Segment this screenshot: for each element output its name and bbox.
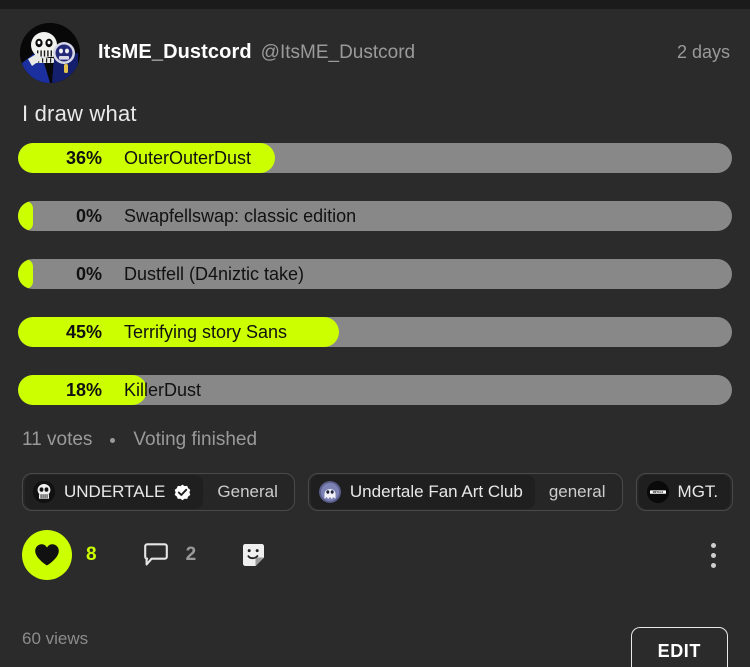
poll-option-row[interactable]: 18% KillerDust <box>18 375 732 405</box>
view-count: 60 views <box>22 629 89 648</box>
ghost-server-icon <box>318 481 341 503</box>
like-button[interactable] <box>22 530 72 580</box>
poll-option-percent: 18% <box>65 379 102 400</box>
chip-server-name: UNDERTALE <box>64 482 166 501</box>
poll-post-card: ItsME_Dustcord @ItsME_Dustcord 2 days I … <box>0 0 750 667</box>
edit-button[interactable]: EDIT <box>630 626 728 667</box>
poll-vote-count: 11 votes <box>22 429 93 450</box>
more-vertical-icon-dot <box>710 552 716 558</box>
poll-option-labels: 36% OuterOuterDust <box>18 143 732 173</box>
poll-option-row[interactable]: 45% Terrifying story Sans <box>18 317 732 347</box>
like-count: 8 <box>86 544 97 565</box>
server-chip-undertale[interactable]: UNDERTALE General <box>22 473 295 511</box>
top-strip <box>0 0 750 9</box>
poll-option-labels: 0% Dustfell (D4niztic take) <box>18 259 732 289</box>
poll-options-list: 36% OuterOuterDust 0% Swapfellswap: clas… <box>0 143 750 405</box>
more-vertical-icon-dot <box>710 562 716 568</box>
post-timestamp: 2 days <box>676 42 730 62</box>
server-chips-row: UNDERTALE General Undertale Fan Art Club… <box>0 451 750 513</box>
chip-channel-name: general <box>548 482 606 501</box>
server-chip-mgt[interactable]: METALS MGT. <box>635 473 734 511</box>
post-header: ItsME_Dustcord @ItsME_Dustcord 2 days <box>0 9 750 87</box>
poll-meta: 11 votes Voting finished <box>0 405 750 451</box>
heart-icon <box>35 544 59 566</box>
comment-count: 2 <box>185 544 197 565</box>
chip-main[interactable]: METALS MGT. <box>638 475 731 509</box>
poll-option-percent: 36% <box>65 147 102 168</box>
chip-main[interactable]: Undertale Fan Art Club <box>310 475 535 509</box>
poll-status: Voting finished <box>133 429 258 450</box>
comment-bubble-icon <box>143 542 168 565</box>
comment-button[interactable] <box>143 542 169 568</box>
post-footer: 60 views EDIT <box>0 611 750 667</box>
chip-server-name: Undertale Fan Art Club <box>349 482 523 501</box>
poll-option-text: Swapfellswap: classic edition <box>124 205 357 226</box>
skeleton-avatar-icon[interactable] <box>20 22 80 83</box>
post-actions-row: 8 2 <box>0 513 750 583</box>
svg-text:METALS: METALS <box>652 490 663 494</box>
poll-option-labels: 0% Swapfellswap: classic edition <box>18 201 732 231</box>
poll-option-percent: 45% <box>65 321 102 342</box>
poll-option-labels: 18% KillerDust <box>18 375 732 405</box>
poll-option-percent: 0% <box>75 263 102 284</box>
more-vertical-icon-dot <box>710 542 716 548</box>
chip-channel-name: General <box>217 482 278 501</box>
poll-option-text: Terrifying story Sans <box>124 321 288 342</box>
add-sticker-icon <box>243 543 265 566</box>
poll-option-text: Dustfell (D4niztic take) <box>124 263 305 284</box>
skull-server-icon <box>33 481 55 503</box>
chip-main[interactable]: UNDERTALE <box>25 475 204 509</box>
more-options-button[interactable] <box>698 538 728 572</box>
author-name-block: ItsME_Dustcord @ItsME_Dustcord <box>98 41 663 64</box>
poll-title: I draw what <box>22 101 137 126</box>
poll-option-percent: 0% <box>75 205 102 226</box>
meta-separator-dot <box>110 437 116 443</box>
server-chip-fanartclub[interactable]: Undertale Fan Art Club general <box>307 473 623 511</box>
poll-option-row[interactable]: 36% OuterOuterDust <box>18 143 732 173</box>
add-sticker-button[interactable] <box>240 542 267 569</box>
poll-option-text: KillerDust <box>124 379 202 400</box>
author-handle[interactable]: @ItsME_Dustcord <box>261 42 415 64</box>
poll-option-row[interactable]: 0% Dustfell (D4niztic take) <box>18 259 732 289</box>
author-display-name[interactable]: ItsME_Dustcord <box>98 41 252 64</box>
poll-option-row[interactable]: 0% Swapfellswap: classic edition <box>18 201 732 231</box>
poll-option-text: OuterOuterDust <box>124 147 252 168</box>
verified-badge-icon <box>174 484 191 501</box>
metals-server-icon: METALS <box>646 481 669 503</box>
poll-option-labels: 45% Terrifying story Sans <box>18 317 732 347</box>
chip-server-name: MGT. <box>677 482 719 501</box>
